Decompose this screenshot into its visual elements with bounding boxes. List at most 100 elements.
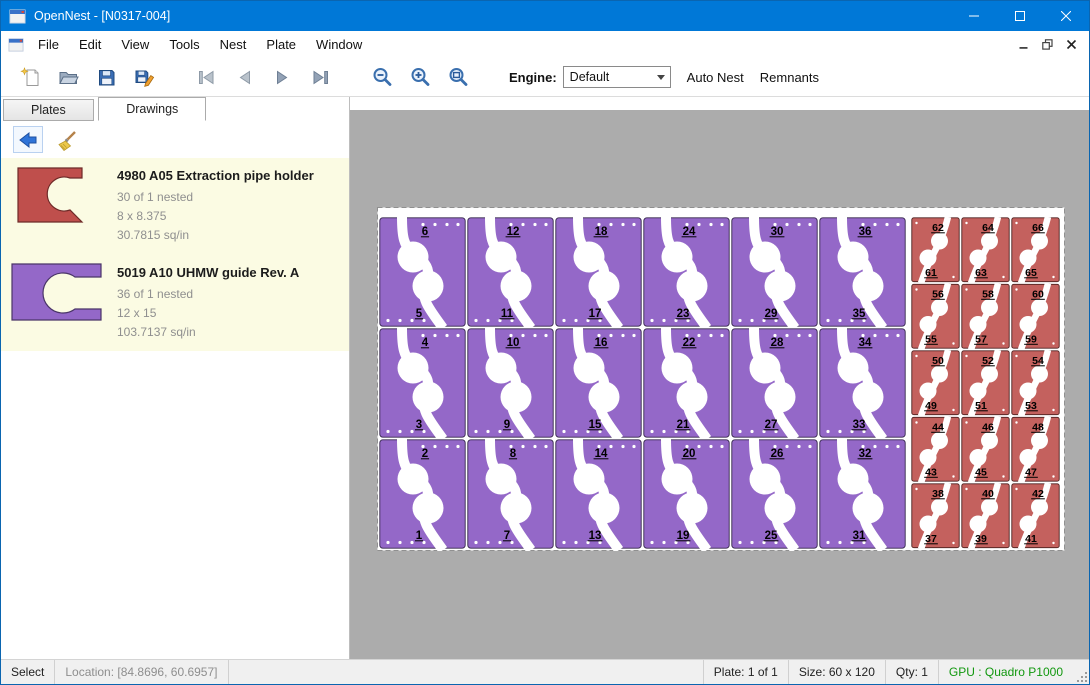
part-number[interactable]: 55 [925, 334, 937, 346]
nest-cell-red[interactable]: 3837 [912, 483, 959, 549]
menu-file[interactable]: File [28, 31, 69, 58]
part-number[interactable]: 26 [771, 448, 784, 460]
nest-cell-purple[interactable]: 109 [468, 328, 553, 439]
part-number[interactable]: 54 [1032, 355, 1044, 367]
nest-cell-red[interactable]: 6261 [912, 217, 959, 283]
remnants-button[interactable]: Remnants [760, 70, 819, 85]
maximize-button[interactable] [997, 1, 1043, 31]
part-number[interactable]: 56 [932, 289, 944, 301]
nest-cell-purple[interactable]: 28 27 [732, 328, 817, 439]
part-number[interactable]: 6 [422, 226, 428, 238]
nest-cell-red[interactable]: 5251 [962, 350, 1009, 416]
part-number[interactable]: 7 [504, 530, 510, 542]
nest-cell-red[interactable]: 6463 [962, 217, 1009, 283]
part-number[interactable]: 17 [589, 308, 602, 320]
part-number[interactable]: 4 [422, 337, 429, 349]
part-number[interactable]: 14 [595, 448, 608, 460]
nav-first-button[interactable] [189, 62, 223, 92]
part-number[interactable]: 46 [982, 422, 994, 434]
part-number[interactable]: 49 [925, 400, 937, 412]
save-as-button[interactable] [127, 62, 161, 92]
auto-nest-button[interactable]: Auto Nest [687, 70, 744, 85]
part-number[interactable]: 3 [416, 419, 422, 431]
part-number[interactable]: 65 [1025, 267, 1037, 279]
part-number[interactable]: 20 [683, 448, 696, 460]
part-number[interactable]: 27 [765, 419, 778, 431]
part-number[interactable]: 39 [975, 533, 987, 545]
tab-plates[interactable]: Plates [3, 99, 94, 121]
part-number[interactable]: 66 [1032, 222, 1044, 234]
close-button[interactable] [1043, 1, 1089, 31]
part-number[interactable]: 13 [589, 530, 602, 542]
part-number[interactable]: 43 [925, 467, 937, 479]
nest-cell-purple[interactable]: 26 25 [732, 439, 817, 550]
resize-grip[interactable] [1073, 660, 1089, 684]
nest-cell-purple[interactable]: 3433 [820, 328, 905, 439]
part-number[interactable]: 31 [853, 530, 866, 542]
part-number[interactable]: 32 [859, 448, 872, 460]
part-number[interactable]: 41 [1025, 533, 1037, 545]
menu-tools[interactable]: Tools [159, 31, 209, 58]
minimize-button[interactable] [951, 1, 997, 31]
nest-cell-red[interactable]: 56 55 [912, 284, 959, 350]
part-number[interactable]: 45 [975, 467, 987, 479]
part-number[interactable]: 58 [982, 289, 994, 301]
menu-edit[interactable]: Edit [69, 31, 111, 58]
tab-drawings[interactable]: Drawings [98, 97, 206, 121]
part-number[interactable]: 36 [859, 226, 872, 238]
part-number[interactable]: 48 [1032, 422, 1044, 434]
nest-cell-red[interactable]: 5857 [962, 284, 1009, 350]
part-number[interactable]: 59 [1025, 334, 1037, 346]
part-number[interactable]: 53 [1025, 400, 1037, 412]
open-button[interactable] [51, 62, 85, 92]
part-number[interactable]: 9 [504, 419, 510, 431]
menu-view[interactable]: View [111, 31, 159, 58]
part-number[interactable]: 19 [677, 530, 690, 542]
nest-cell-purple[interactable]: 2019 [644, 439, 729, 550]
nest-cell-red[interactable]: 50 49 [912, 350, 959, 416]
mdi-minimize-button[interactable] [1011, 35, 1035, 55]
nav-prev-button[interactable] [227, 62, 261, 92]
nest-cell-purple[interactable]: 65 [380, 217, 465, 328]
part-number[interactable]: 2 [422, 448, 428, 460]
nest-cell-purple[interactable]: 43 [380, 328, 465, 439]
part-number[interactable]: 50 [932, 355, 944, 367]
nest-cell-red[interactable]: 46 45 [962, 417, 1009, 483]
zoom-in-button[interactable] [403, 62, 437, 92]
import-drawing-button[interactable] [13, 126, 43, 153]
mdi-restore-button[interactable] [1035, 35, 1059, 55]
save-button[interactable] [89, 62, 123, 92]
zoom-fit-button[interactable] [441, 62, 475, 92]
part-number[interactable]: 42 [1032, 488, 1044, 500]
part-number[interactable]: 62 [932, 222, 944, 234]
clean-drawings-button[interactable] [52, 126, 82, 153]
nest-cell-purple[interactable]: 2423 [644, 217, 729, 328]
part-number[interactable]: 5 [416, 308, 423, 320]
part-number[interactable]: 18 [595, 226, 608, 238]
nest-cell-red[interactable]: 4039 [962, 483, 1009, 549]
drawing-item[interactable]: 5019 A10 UHMW guide Rev. A 36 of 1 neste… [1, 255, 349, 352]
nav-last-button[interactable] [303, 62, 337, 92]
nest-cell-purple[interactable]: 1817 [556, 217, 641, 328]
nest-cell-purple[interactable]: 3029 [732, 217, 817, 328]
nest-cell-red[interactable]: 42 41 [1012, 483, 1059, 549]
part-number[interactable]: 30 [771, 226, 784, 238]
mdi-close-button[interactable] [1059, 35, 1083, 55]
part-number[interactable]: 24 [683, 226, 696, 238]
nest-cell-purple[interactable]: 1211 [468, 217, 553, 328]
part-number[interactable]: 28 [771, 337, 784, 349]
nest-cell-red[interactable]: 4847 [1012, 417, 1059, 483]
engine-dropdown-arrow[interactable] [653, 67, 670, 87]
nest-cell-red[interactable]: 4443 [912, 417, 959, 483]
new-button[interactable] [13, 62, 47, 92]
part-number[interactable]: 34 [859, 337, 872, 349]
part-number[interactable]: 64 [982, 222, 994, 234]
nav-next-button[interactable] [265, 62, 299, 92]
menu-plate[interactable]: Plate [256, 31, 306, 58]
part-number[interactable]: 35 [853, 308, 866, 320]
nest-cell-purple[interactable]: 14 13 [556, 439, 641, 550]
nest-cell-red[interactable]: 6059 [1012, 284, 1059, 350]
part-number[interactable]: 21 [677, 419, 690, 431]
nest-cell-purple[interactable]: 2221 [644, 328, 729, 439]
part-number[interactable]: 25 [765, 530, 778, 542]
